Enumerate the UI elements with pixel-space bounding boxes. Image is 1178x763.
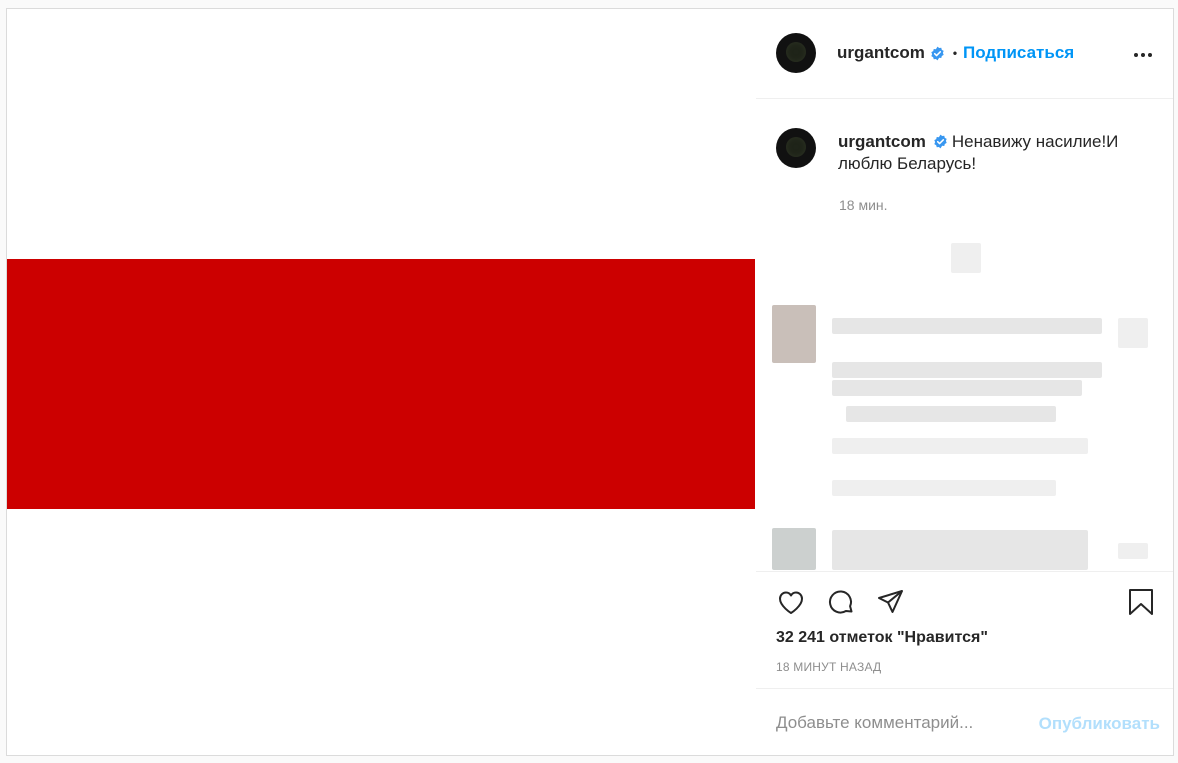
blurred-comment-text xyxy=(832,362,1102,378)
separator-dot: • xyxy=(952,46,958,60)
blurred-comment-text xyxy=(846,406,1056,422)
blurred-comment-avatar[interactable] xyxy=(772,528,816,570)
flag-white-stripe-bottom xyxy=(7,509,755,755)
blurred-comment-like[interactable] xyxy=(1118,543,1148,559)
comment-input[interactable] xyxy=(776,711,1016,735)
blurred-comment-text xyxy=(832,318,1102,334)
likes-count[interactable]: 32 241 отметок "Нравится" xyxy=(776,629,988,647)
follow-button[interactable]: Подписаться xyxy=(963,43,1074,63)
caption-username[interactable]: urgantcom xyxy=(838,132,926,151)
heart-icon[interactable] xyxy=(776,587,806,617)
blurred-comment-meta xyxy=(832,438,1088,454)
caption-text: urgantcom Ненавижу насилие!И люблю Белару… xyxy=(838,131,1138,175)
post-actions: 32 241 отметок "Нравится" 18 МИНУТ НАЗАД xyxy=(756,571,1173,687)
author-info: urgantcom • Подписаться xyxy=(837,43,1074,63)
blurred-comment-text xyxy=(832,380,1082,396)
flag-white-stripe-top xyxy=(7,9,755,259)
verified-badge-icon xyxy=(930,46,945,61)
blurred-loader xyxy=(951,243,981,273)
bookmark-icon[interactable] xyxy=(1126,587,1156,617)
blurred-comment-like[interactable] xyxy=(1118,318,1148,348)
blurred-comment-meta xyxy=(832,480,1056,496)
post-sidebar: urgantcom • Подписаться urgantcom Ненавиж… xyxy=(756,9,1173,755)
flag-red-stripe xyxy=(7,259,755,509)
author-avatar[interactable] xyxy=(776,33,816,73)
author-username[interactable]: urgantcom xyxy=(837,43,925,63)
caption-timestamp: 18 мин. xyxy=(839,197,888,213)
verified-badge-icon xyxy=(933,134,948,149)
post-time-ago[interactable]: 18 МИНУТ НАЗАД xyxy=(776,660,881,674)
blurred-comment-text xyxy=(832,530,1088,570)
publish-button[interactable]: Опубликовать xyxy=(1039,714,1160,734)
post-image[interactable] xyxy=(7,9,755,755)
instagram-post: urgantcom • Подписаться urgantcom Ненавиж… xyxy=(6,8,1174,756)
post-header: urgantcom • Подписаться xyxy=(756,9,1173,99)
blurred-comment-avatar[interactable] xyxy=(772,305,816,363)
more-options-icon[interactable] xyxy=(1134,46,1154,62)
comment-icon[interactable] xyxy=(826,587,856,617)
comments-section[interactable]: urgantcom Ненавижу насилие!И люблю Белару… xyxy=(756,100,1173,570)
add-comment-bar: Опубликовать xyxy=(756,688,1173,755)
caption-avatar[interactable] xyxy=(776,128,816,168)
paper-plane-icon[interactable] xyxy=(876,587,906,617)
